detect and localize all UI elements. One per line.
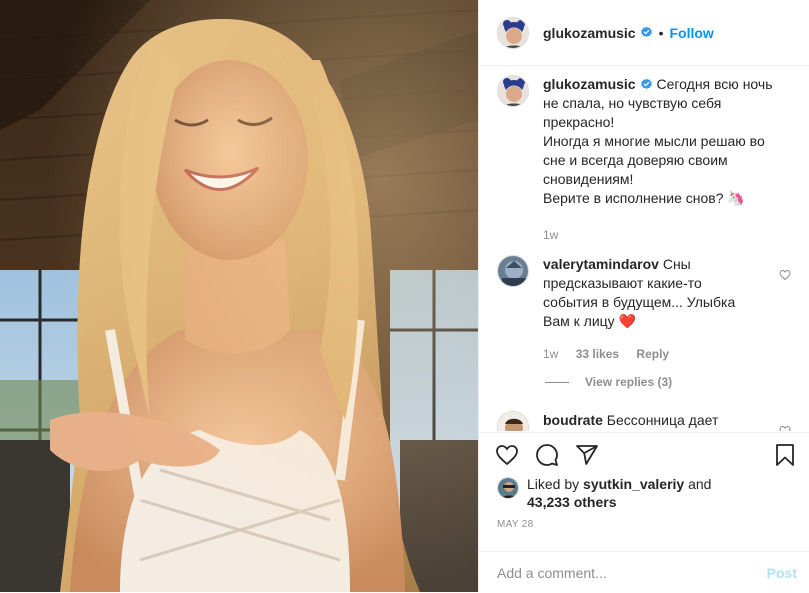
comment-item: valerytamindarov Сны предсказывают какие… [497,255,797,364]
separator-dot: • [658,24,664,41]
header-username[interactable]: glukozamusic [543,25,636,41]
avatar[interactable] [497,75,529,107]
liked-by-others[interactable]: 43,233 others [527,494,617,510]
comment-text: valerytamindarov Сны предсказывают какие… [543,255,793,364]
reply-button[interactable]: Reply [636,347,669,361]
caption-line: прекрасно! [543,114,615,130]
caption-username[interactable]: glukozamusic [543,76,636,92]
caption: glukozamusic Сегодня всю ночь не спала, … [497,75,797,245]
post-comment-button[interactable]: Post [767,565,797,581]
post-photo[interactable] [0,0,478,592]
replies-divider [545,381,569,383]
post-header: glukozamusic • Follow [479,0,809,66]
caption-line: сновидениям! [543,171,634,187]
comment-line: Вам к лицу ❤️ [543,313,636,329]
bookmark-icon[interactable] [773,443,797,467]
post-modal: glukozamusic • Follow glukozamusic Сегод… [0,0,809,592]
liked-by-prefix: Liked by [527,476,580,492]
comment-icon[interactable] [535,443,559,467]
heart-icon[interactable] [495,443,519,467]
view-replies-label: View replies (3) [585,375,673,389]
comment-timestamp[interactable]: 1w [543,347,558,361]
comment-line: предсказывают какие-то [543,275,702,291]
caption-line: сне и всегда доверяю своим [543,152,728,168]
comment-text: boudrate Бессонница дает [543,411,793,431]
caption-timestamp[interactable]: 1w [543,228,558,242]
liked-by-user[interactable]: syutkin_valeriy [583,476,684,492]
avatar[interactable] [497,477,519,499]
comment-line: Бессонница дает [606,412,719,428]
caption-line: не спала, но чувствую себя [543,95,722,111]
post-actions: Liked by syutkin_valeriy and 43,233 othe… [479,432,809,593]
comment-line: Сны [662,256,691,272]
likes-summary: Liked by syutkin_valeriy and 43,233 othe… [497,475,711,511]
liked-by-and: and [688,476,712,492]
caption-line: Верите в исполнение снов? 🦄 [543,190,745,206]
comment-input[interactable] [495,563,767,582]
avatar[interactable] [497,16,529,49]
caption-text: glukozamusic Сегодня всю ночь не спала, … [543,75,797,245]
caption-line: Иногда я многие мысли решаю во [543,133,765,149]
follow-button[interactable]: Follow [670,25,714,41]
post-side-panel: glukozamusic • Follow glukozamusic Сегод… [478,0,809,592]
comment-item: boudrate Бессонница дает [497,411,797,431]
heart-icon[interactable] [779,425,791,431]
action-icons [495,443,797,467]
verified-icon [640,78,652,90]
heart-icon[interactable] [779,269,791,281]
share-icon[interactable] [575,443,599,467]
comment-line: события в будущем... Улыбка [543,294,736,310]
post-date[interactable]: MAY 28 [497,519,533,530]
comment-likes[interactable]: 33 likes [576,347,619,361]
caption-line: Сегодня всю ночь [656,76,773,92]
add-comment-bar: Post [479,551,809,593]
avatar[interactable] [497,255,529,287]
avatar[interactable] [497,411,529,431]
view-replies-button[interactable]: View replies (3) [545,375,672,389]
verified-icon [640,26,652,38]
comment-username[interactable]: valerytamindarov [543,256,659,272]
comment-username[interactable]: boudrate [543,412,603,428]
comments-list[interactable]: glukozamusic Сегодня всю ночь не спала, … [479,67,809,431]
